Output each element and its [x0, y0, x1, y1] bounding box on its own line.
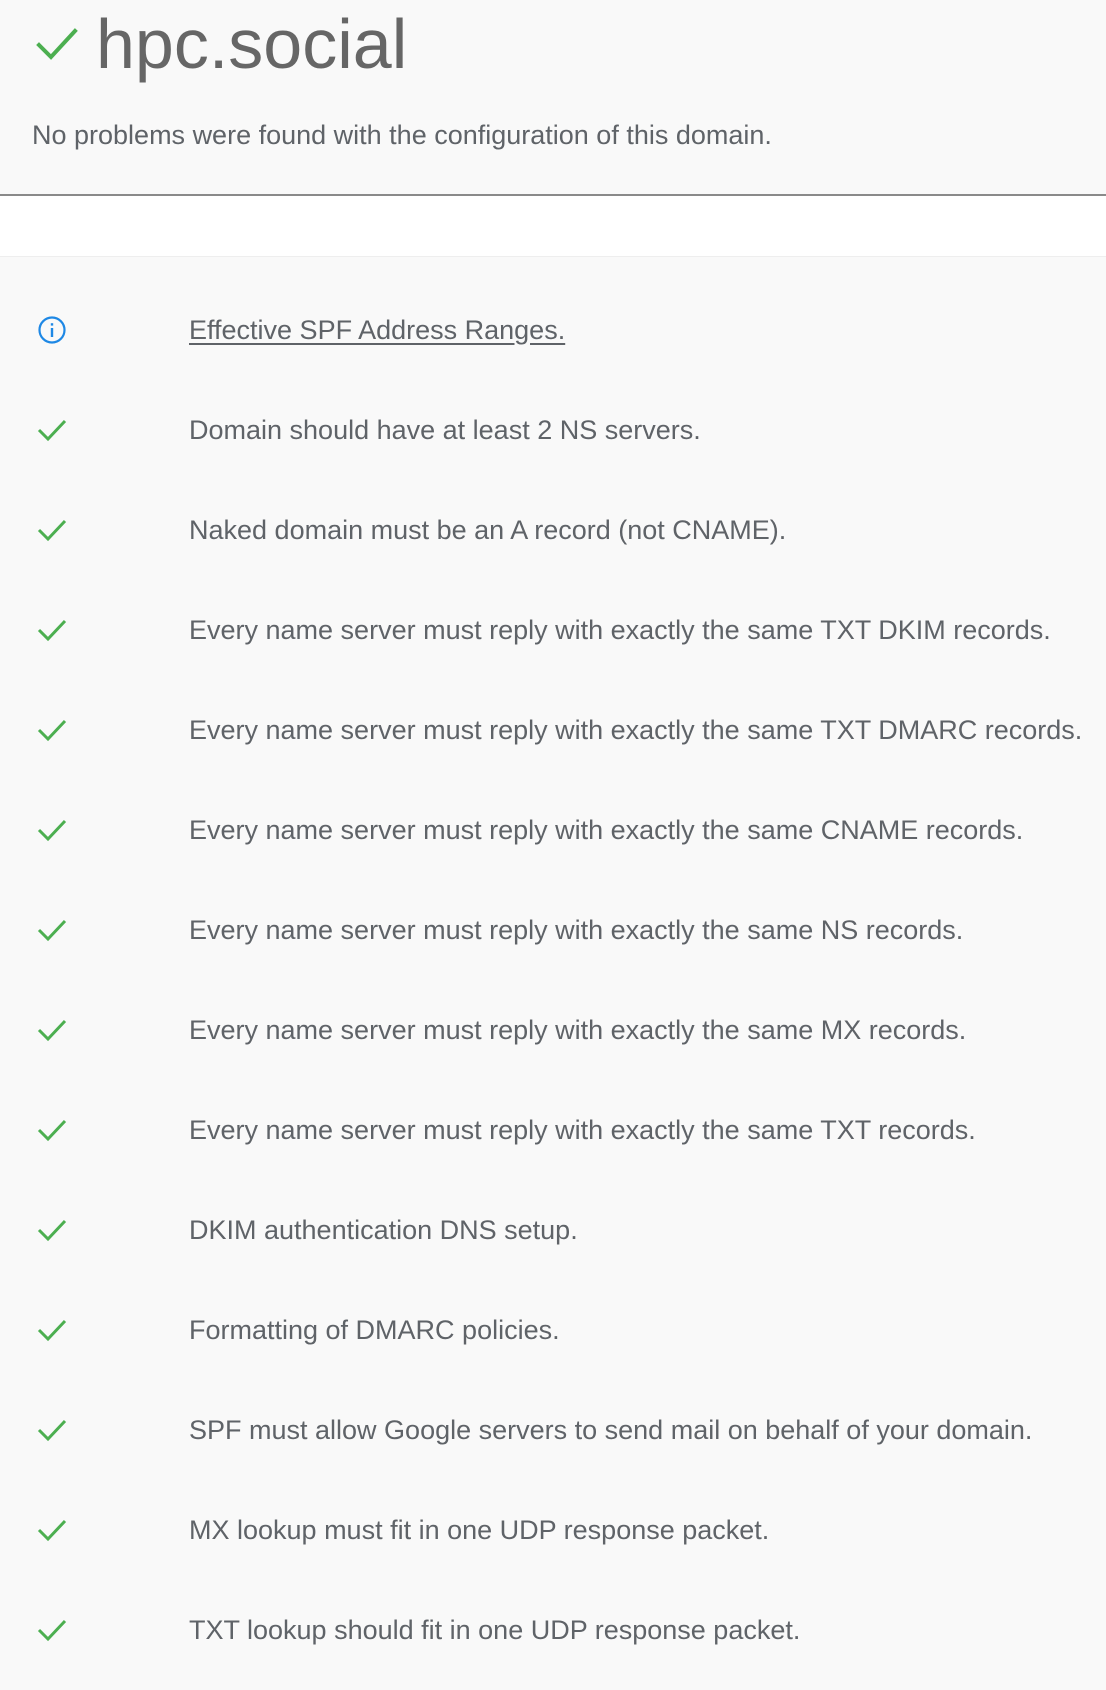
header-spacer	[0, 196, 1106, 257]
check-item-label: SPF must allow Google servers to send ma…	[189, 1415, 1033, 1445]
check-icon	[37, 1119, 67, 1142]
check-item-spf-ranges: Effective SPF Address Ranges.	[0, 290, 1106, 390]
info-icon	[38, 316, 66, 344]
check-item-label: Every name server must reply with exactl…	[189, 1115, 976, 1145]
spf-ranges-link[interactable]: Effective SPF Address Ranges.	[189, 310, 565, 350]
domain-header: hpc.social No problems were found with t…	[0, 0, 1106, 196]
check-item: MX lookup must fit in one UDP response p…	[0, 1490, 1106, 1590]
check-icon	[37, 1019, 67, 1042]
check-item-label: MX lookup must fit in one UDP response p…	[189, 1515, 770, 1545]
check-icon	[37, 819, 67, 842]
check-icon	[36, 28, 78, 60]
check-item: Every name server must reply with exactl…	[0, 590, 1106, 690]
check-item-label: TXT lookup should fit in one UDP respons…	[189, 1615, 801, 1645]
check-item: Naked domain must be an A record (not CN…	[0, 490, 1106, 590]
check-item: Formatting of DMARC policies.	[0, 1290, 1106, 1390]
check-item: Every name server must reply with exactl…	[0, 690, 1106, 790]
check-item-label: Naked domain must be an A record (not CN…	[189, 515, 787, 545]
check-item: Domain should have at least 2 NS servers…	[0, 390, 1106, 490]
check-icon	[37, 1419, 67, 1442]
check-item-label: Every name server must reply with exactl…	[189, 1015, 967, 1045]
status-summary: No problems were found with the configur…	[32, 120, 772, 150]
check-item: Every name server must reply with exactl…	[0, 990, 1106, 1090]
check-item: TXT lookup should fit in one UDP respons…	[0, 1590, 1106, 1690]
check-item: Every name server must reply with exactl…	[0, 890, 1106, 990]
check-icon	[37, 919, 67, 942]
check-icon	[37, 719, 67, 742]
check-item-label: Every name server must reply with exactl…	[189, 815, 1024, 845]
check-icon	[37, 619, 67, 642]
check-item-label: DKIM authentication DNS setup.	[189, 1215, 578, 1245]
check-list: Effective SPF Address Ranges. Domain sho…	[0, 290, 1106, 1690]
check-item-label: Domain should have at least 2 NS servers…	[189, 415, 701, 445]
check-icon	[37, 1519, 67, 1542]
check-icon	[37, 1619, 67, 1642]
check-icon	[37, 1219, 67, 1242]
check-item: SPF must allow Google servers to send ma…	[0, 1390, 1106, 1490]
check-item-label: Formatting of DMARC policies.	[189, 1315, 560, 1345]
check-item-label: Every name server must reply with exactl…	[189, 915, 964, 945]
check-item: Every name server must reply with exactl…	[0, 790, 1106, 890]
check-item-label: Every name server must reply with exactl…	[189, 715, 1083, 745]
check-item: DKIM authentication DNS setup.	[0, 1190, 1106, 1290]
check-icon	[37, 1319, 67, 1342]
check-icon	[37, 519, 67, 542]
check-item: Every name server must reply with exactl…	[0, 1090, 1106, 1190]
check-icon	[37, 419, 67, 442]
page-title: hpc.social	[96, 5, 408, 83]
check-item-label: Every name server must reply with exactl…	[189, 615, 1051, 645]
